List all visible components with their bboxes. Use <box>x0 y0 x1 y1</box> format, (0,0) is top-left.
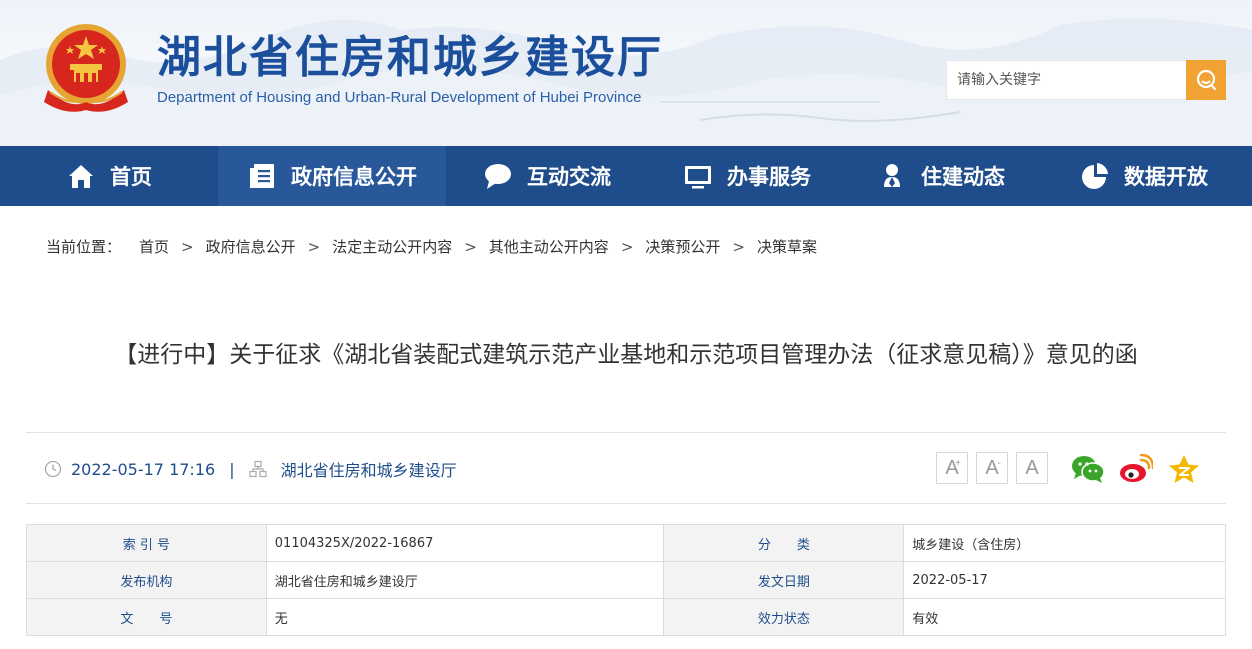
publish-datetime: 2022-05-17 17:16 <box>71 459 216 479</box>
table-row: 文 号 无 效力状态 有效 <box>26 598 1226 636</box>
nav-item-label: 数据开放 <box>1124 165 1208 189</box>
breadcrumb-item[interactable]: 决策预公开 <box>645 236 720 257</box>
breadcrumb-separator: > <box>181 237 194 256</box>
info-value: 01104325X/2022-16867 <box>265 524 665 562</box>
monitor-icon <box>683 161 713 191</box>
nav-item-label: 办事服务 <box>727 165 811 189</box>
site-header: 湖北省住房和城乡建设厅 Department of Housing and Ur… <box>0 0 1252 146</box>
article-title: 【进行中】关于征求《湖北省装配式建筑示范产业基地和示范项目管理办法（征求意见稿）… <box>114 342 1138 368</box>
site-title: 湖北省住房和城乡建设厅 <box>157 32 663 83</box>
nav-item-label: 住建动态 <box>921 165 1005 189</box>
table-row: 发布机构 湖北省住房和城乡建设厅 发文日期 2022-05-17 <box>26 561 1226 599</box>
document-info-table: 索 引 号 01104325X/2022-16867 分 类 城乡建设（含住房）… <box>26 524 1226 636</box>
nav-item-home[interactable]: 首页 <box>0 146 218 206</box>
info-label: 分 类 <box>663 524 905 562</box>
info-value: 有效 <box>903 598 1226 636</box>
organization-icon <box>248 460 267 478</box>
search-box <box>946 60 1226 100</box>
search-input[interactable] <box>947 61 1186 99</box>
search-icon <box>1196 69 1217 91</box>
breadcrumb-item[interactable]: 决策草案 <box>757 236 817 257</box>
info-label: 发文日期 <box>663 561 905 599</box>
nav-item-label: 互动交流 <box>527 165 611 189</box>
weibo-icon <box>1120 454 1153 482</box>
breadcrumb: 当前位置： 首页 > 政府信息公开 > 法定主动公开内容 > 其他主动公开内容 … <box>46 236 817 257</box>
main-nav: 首页 政府信息公开 互动交流 办事服务 住建动态 数据开放 <box>0 146 1252 206</box>
font-increase-sup: + <box>955 458 961 469</box>
pie-chart-icon <box>1080 161 1110 191</box>
info-label: 索 引 号 <box>26 524 267 562</box>
share-weibo-button[interactable] <box>1118 452 1154 486</box>
document-list-icon <box>247 161 277 191</box>
nav-item-interaction[interactable]: 互动交流 <box>446 146 648 206</box>
font-reset-label: A <box>1025 456 1039 479</box>
breadcrumb-separator: > <box>732 237 745 256</box>
share-buttons <box>1070 452 1214 486</box>
meta-separator: | <box>229 459 235 479</box>
breadcrumb-separator: > <box>464 237 477 256</box>
nav-item-open-data[interactable]: 数据开放 <box>1036 146 1252 206</box>
info-value: 2022-05-17 <box>903 561 1226 599</box>
share-qzone-button[interactable] <box>1166 452 1202 486</box>
clock-icon <box>44 460 62 478</box>
table-row: 索 引 号 01104325X/2022-16867 分 类 城乡建设（含住房） <box>26 524 1226 562</box>
info-label: 效力状态 <box>663 598 905 636</box>
info-value: 无 <box>265 598 665 636</box>
breadcrumb-item[interactable]: 其他主动公开内容 <box>489 236 609 257</box>
breadcrumb-separator: > <box>307 237 321 256</box>
breadcrumb-item[interactable]: 首页 <box>139 236 169 257</box>
info-value: 城乡建设（含住房） <box>903 524 1226 562</box>
breadcrumb-item[interactable]: 政府信息公开 <box>206 236 296 257</box>
nav-item-gov-info[interactable]: 政府信息公开 <box>218 146 446 206</box>
info-label: 发布机构 <box>26 561 267 599</box>
font-decrease-sup: - <box>997 458 1001 469</box>
nav-item-news[interactable]: 住建动态 <box>846 146 1036 206</box>
wechat-icon <box>1072 456 1105 483</box>
nav-item-label: 政府信息公开 <box>291 165 417 189</box>
nav-item-services[interactable]: 办事服务 <box>648 146 846 206</box>
article-meta-bar: 2022-05-17 17:16 | 湖北省住房和城乡建设厅 A + A - A <box>26 432 1226 504</box>
font-reset-button[interactable]: A <box>1016 452 1048 484</box>
search-button[interactable] <box>1186 60 1226 100</box>
font-decrease-label: A <box>985 456 999 479</box>
article-meta: 2022-05-17 17:16 | 湖北省住房和城乡建设厅 <box>44 457 457 481</box>
home-icon <box>66 161 96 191</box>
breadcrumb-label: 当前位置： <box>46 238 122 256</box>
person-pin-icon <box>877 161 907 191</box>
chat-bubble-icon <box>483 161 513 191</box>
qzone-icon <box>1169 455 1199 483</box>
breadcrumb-separator: > <box>620 237 634 256</box>
nav-item-label: 首页 <box>110 165 152 189</box>
info-label: 文 号 <box>26 598 267 636</box>
site-subtitle: Department of Housing and Urban-Rural De… <box>157 89 642 106</box>
font-decrease-button[interactable]: A - <box>976 452 1008 484</box>
info-value: 湖北省住房和城乡建设厅 <box>265 561 665 599</box>
publisher: 湖北省住房和城乡建设厅 <box>280 461 457 480</box>
share-wechat-button[interactable] <box>1070 452 1106 486</box>
breadcrumb-item[interactable]: 法定主动公开内容 <box>332 236 452 257</box>
national-emblem-icon <box>44 24 128 112</box>
font-increase-button[interactable]: A + <box>936 452 968 484</box>
font-size-controls: A + A - A <box>936 452 1056 484</box>
